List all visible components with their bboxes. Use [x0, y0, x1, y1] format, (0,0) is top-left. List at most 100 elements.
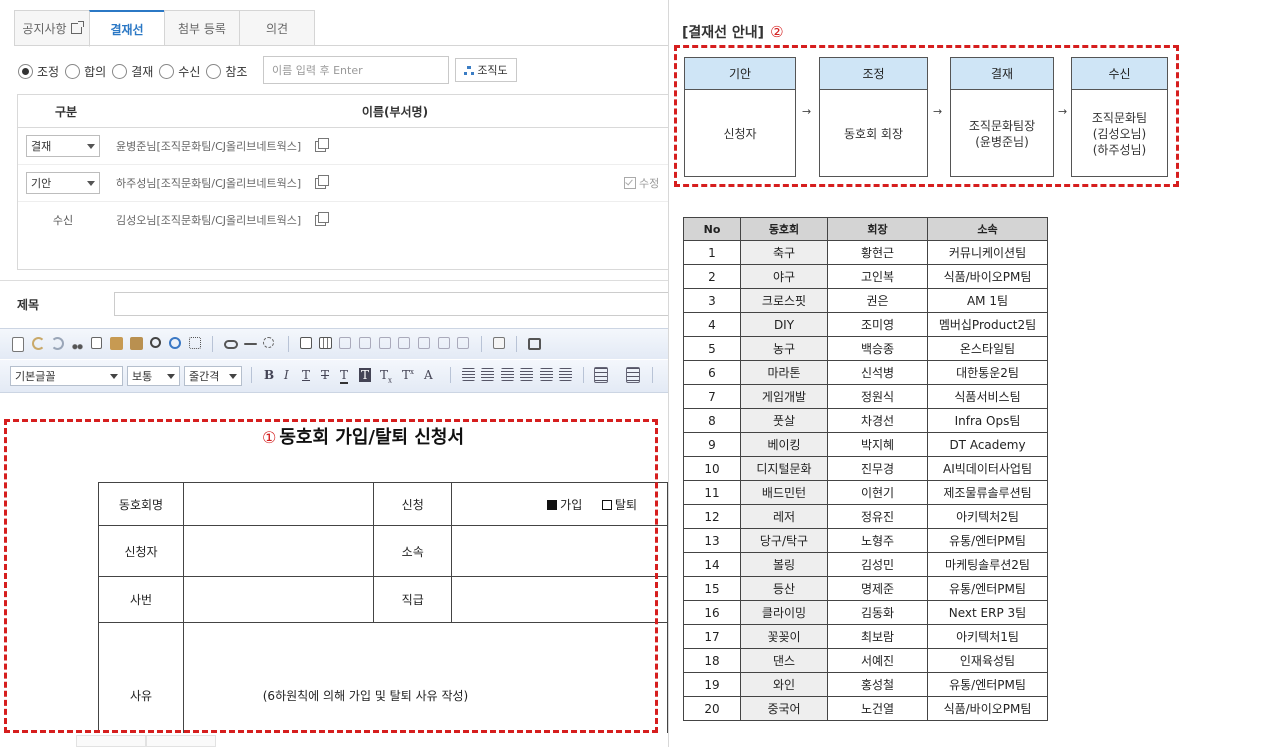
table-row: 2 야구 고인복 식품/바이오PM팀	[683, 264, 1048, 289]
horizontal-rule-icon[interactable]	[244, 343, 257, 345]
header-type: 구분	[54, 104, 78, 119]
role-select[interactable]: 기안	[26, 172, 100, 194]
cell-no: 19	[683, 672, 741, 697]
cell-department: 커뮤니케이션팀	[927, 240, 1048, 265]
editor-toolbar-top	[0, 328, 668, 359]
role-select[interactable]: 결재	[26, 135, 100, 157]
cell-club: 클라이밍	[740, 600, 828, 625]
fullscreen-icon[interactable]	[528, 338, 541, 350]
table-delete-col-icon[interactable]	[398, 337, 410, 349]
font-family-select[interactable]: 기본글꼴	[10, 366, 123, 386]
cell-department: 유통/엔터PM팀	[927, 672, 1048, 697]
clear-format-icon[interactable]: A	[424, 368, 433, 382]
cell-no: 20	[683, 696, 741, 721]
cell-president: 명제준	[827, 576, 928, 601]
cell-club: 크로스핏	[740, 288, 828, 313]
radio-coordinate[interactable]: 조정	[18, 63, 59, 80]
align-left-icon[interactable]	[462, 368, 475, 381]
background-color-icon[interactable]: T	[359, 368, 372, 382]
ordered-list-icon[interactable]	[594, 367, 608, 383]
name-search-input[interactable]: 이름 입력 후 Enter	[263, 56, 449, 84]
cell-club: 배드민턴	[740, 480, 828, 505]
cell-president: 황현근	[827, 240, 928, 265]
link-icon[interactable]	[224, 340, 238, 349]
outdent-icon[interactable]	[540, 368, 553, 381]
special-char-icon[interactable]	[263, 337, 274, 348]
italic-icon[interactable]: I	[284, 368, 289, 382]
guide-panel: [결재선 안내] ② 기안 신청자 → 조정 동호회 회장 → 결재 조직문화팀장…	[669, 0, 1288, 747]
col-header-club: 동호회	[740, 217, 828, 241]
table-merge-icon[interactable]	[418, 337, 430, 349]
tab-attachment[interactable]: 첨부 등록	[164, 10, 239, 46]
cell-department: 아키텍처1팀	[927, 624, 1048, 649]
cell-president: 신석병	[827, 360, 928, 385]
font-size-select[interactable]: 보통	[127, 366, 180, 386]
table-delete-row-icon[interactable]	[379, 337, 391, 349]
cell-department: 멤버십Product2팀	[927, 312, 1048, 337]
radio-agree[interactable]: 합의	[65, 63, 106, 80]
select-all-icon[interactable]	[189, 337, 201, 349]
edit-icon[interactable]	[300, 337, 312, 349]
cell-no: 17	[683, 624, 741, 649]
chevron-down-icon	[229, 373, 237, 379]
cell-club: 중국어	[740, 696, 828, 721]
cell-department: 제조물류솔루션팀	[927, 480, 1048, 505]
cell-no: 16	[683, 600, 741, 625]
replace-icon[interactable]	[169, 337, 181, 349]
table-row: 13 당구/탁구 노형주 유통/엔터PM팀	[683, 528, 1048, 553]
club-table: No 동호회 회장 소속 1 축구 황현근 커뮤니케이션팀 2 야구 고인복 식품/바이오PM…	[683, 217, 1048, 721]
role-label: 수신	[52, 214, 74, 227]
unordered-list-icon[interactable]	[626, 367, 640, 383]
line-spacing-select[interactable]: 줄간격	[184, 366, 242, 386]
copy-icon[interactable]	[91, 337, 102, 349]
org-chart-button[interactable]: 조직도	[455, 58, 517, 82]
table-split-icon[interactable]	[438, 337, 450, 349]
cell-no: 11	[683, 480, 741, 505]
table-props-icon[interactable]	[457, 337, 469, 349]
toolbar-separator	[450, 367, 451, 383]
cut-icon[interactable]	[71, 337, 84, 350]
cell-president: 조미영	[827, 312, 928, 337]
font-color-icon[interactable]: T	[340, 368, 349, 384]
undo-icon[interactable]	[32, 337, 45, 350]
redo-icon[interactable]	[51, 337, 64, 350]
strikethrough-icon[interactable]: T	[321, 368, 329, 382]
align-center-icon[interactable]	[481, 368, 494, 381]
radio-reference[interactable]: 참조	[206, 63, 247, 80]
table-icon[interactable]	[319, 337, 332, 349]
align-right-icon[interactable]	[501, 368, 514, 381]
tab-opinion[interactable]: 의견	[239, 10, 315, 46]
subscript-icon[interactable]: Tx	[380, 368, 392, 384]
copy-icon[interactable]	[315, 211, 330, 226]
tab-bar: 공지사항 결재선 첨부 등록 의견	[14, 10, 315, 47]
cell-no: 15	[683, 576, 741, 601]
external-link-icon	[70, 20, 84, 34]
copy-icon[interactable]	[315, 137, 330, 152]
underline-icon[interactable]: T	[302, 368, 310, 382]
paste-icon[interactable]	[110, 337, 123, 350]
indent-icon[interactable]	[559, 368, 572, 381]
find-icon[interactable]	[150, 337, 161, 348]
bold-icon[interactable]: B	[264, 368, 274, 382]
new-document-icon[interactable]	[12, 337, 24, 352]
cell-no: 13	[683, 528, 741, 553]
table-insert-col-icon[interactable]	[359, 337, 371, 349]
paste-text-icon[interactable]	[130, 337, 143, 350]
edit-checkbox[interactable]: 수정	[624, 175, 659, 191]
image-icon[interactable]	[493, 337, 505, 349]
superscript-icon[interactable]: Tx	[402, 368, 414, 382]
radio-approve[interactable]: 결재	[112, 63, 153, 80]
editor-mode-tab[interactable]	[146, 735, 216, 747]
tab-approval-line[interactable]: 결재선	[89, 10, 164, 47]
copy-icon[interactable]	[315, 174, 330, 189]
subject-input[interactable]	[114, 292, 668, 316]
align-justify-icon[interactable]	[520, 368, 533, 381]
table-row: 8 풋살 차경선 Infra Ops팀	[683, 408, 1048, 433]
cell-club: 당구/탁구	[740, 528, 828, 553]
cell-no: 7	[683, 384, 741, 409]
cell-club: 마라톤	[740, 360, 828, 385]
table-insert-row-icon[interactable]	[339, 337, 351, 349]
tab-notice[interactable]: 공지사항	[14, 10, 89, 46]
editor-mode-tab[interactable]	[76, 735, 146, 747]
radio-receive[interactable]: 수신	[159, 63, 200, 80]
